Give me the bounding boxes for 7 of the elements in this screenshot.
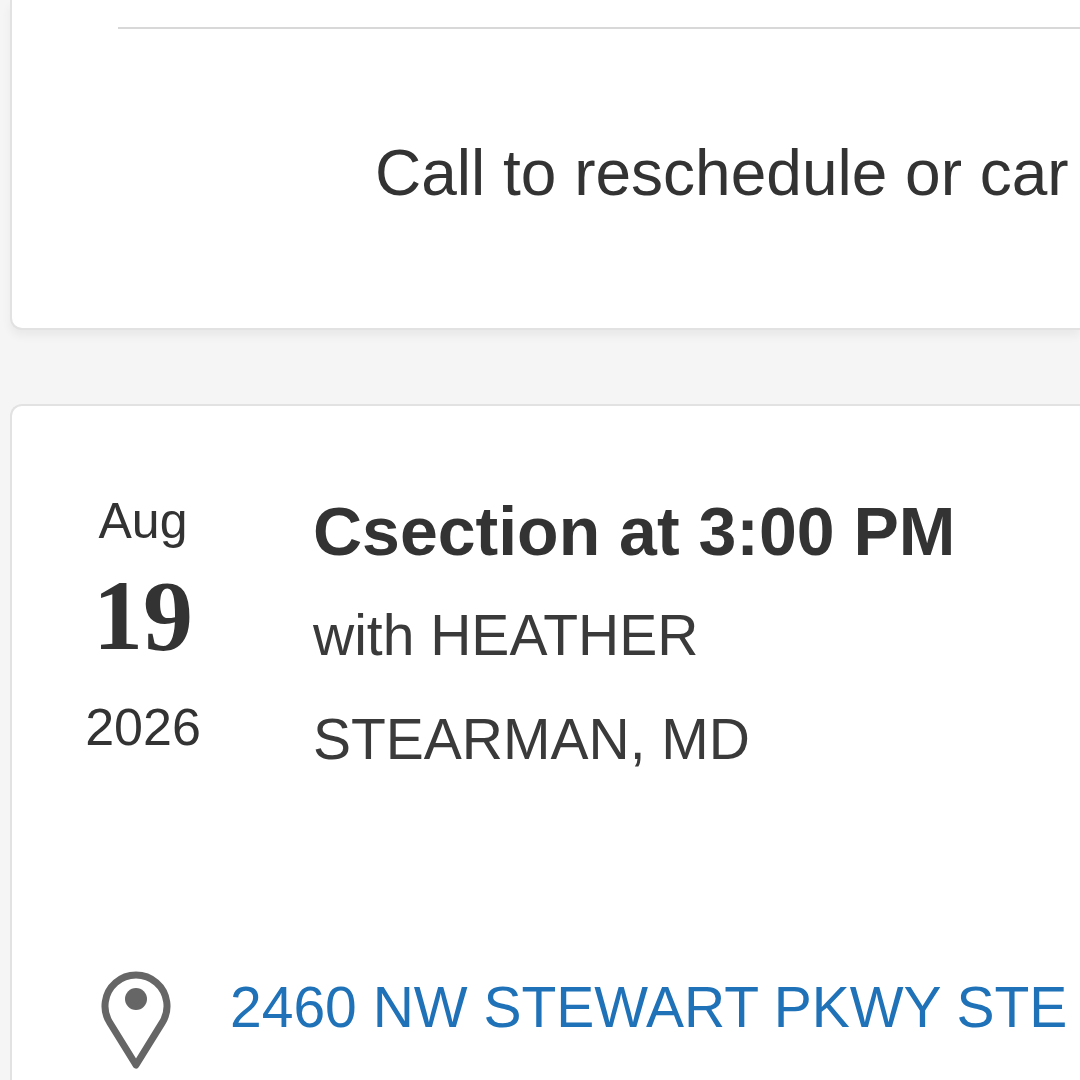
address-link[interactable]: 2460 NW STEWART PKWY STE — [230, 967, 1068, 1047]
date-day: 19 — [93, 561, 193, 671]
reschedule-message: Call to reschedule or car — [374, 136, 1070, 211]
provider-name: with HEATHER STEARMAN, MD — [313, 602, 752, 773]
appointment-title: Csection at 3:00 PM — [313, 492, 956, 571]
date-month: Aug — [98, 492, 188, 551]
date-year: 2026 — [85, 697, 201, 758]
